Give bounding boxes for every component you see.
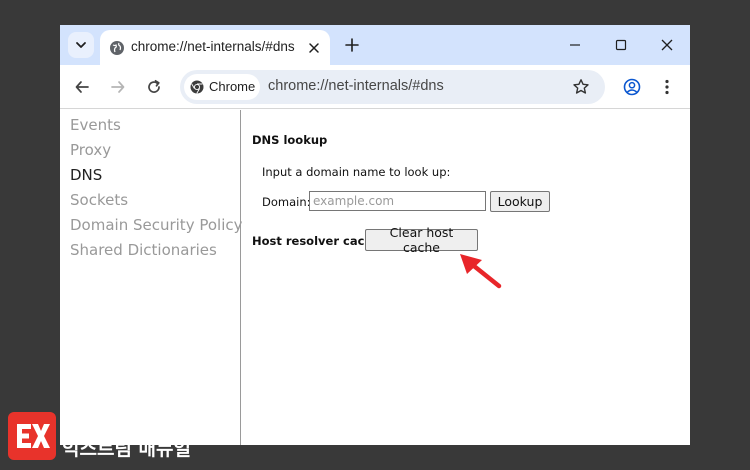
toolbar: Chrome chrome://net-internals/#dns bbox=[60, 65, 690, 109]
tab-strip: chrome://net-internals/#dns bbox=[60, 25, 690, 65]
address-text[interactable]: chrome://net-internals/#dns bbox=[268, 78, 444, 94]
chip-label: Chrome bbox=[209, 79, 256, 94]
reload-button[interactable] bbox=[144, 77, 164, 97]
watermark-tagline: More Better IT Life bbox=[62, 425, 124, 432]
lookup-prompt: Input a domain name to look up: bbox=[262, 165, 451, 179]
sidebar-item-shared-dictionaries[interactable]: Shared Dictionaries bbox=[70, 241, 217, 259]
sidebar-item-events[interactable]: Events bbox=[70, 116, 121, 134]
watermark: More Better IT Life 익스트림 매뉴얼 bbox=[8, 412, 208, 462]
minimize-button[interactable] bbox=[565, 35, 585, 55]
close-window-button[interactable] bbox=[657, 35, 677, 55]
star-icon[interactable] bbox=[572, 78, 590, 96]
tab-title: chrome://net-internals/#dns bbox=[131, 39, 295, 54]
sidebar-item-sockets[interactable]: Sockets bbox=[70, 191, 128, 209]
profile-icon bbox=[623, 78, 641, 96]
forward-button[interactable] bbox=[108, 77, 128, 97]
annotation-arrow-icon bbox=[460, 254, 502, 289]
sidebar-item-domain-security-policy[interactable]: Domain Security Policy bbox=[70, 216, 243, 234]
back-button[interactable] bbox=[72, 77, 92, 97]
chrome-logo-icon bbox=[190, 80, 204, 94]
browser-window: chrome://net-internals/#dns Chrome chrom… bbox=[60, 25, 690, 445]
tab-search-button[interactable] bbox=[68, 32, 94, 58]
forward-icon bbox=[111, 81, 125, 93]
back-icon bbox=[75, 81, 89, 93]
menu-button[interactable] bbox=[657, 77, 677, 97]
watermark-logo-icon bbox=[8, 412, 56, 460]
kebab-menu-icon bbox=[665, 79, 669, 95]
maximize-icon bbox=[615, 39, 627, 51]
sidebar-item-dns[interactable]: DNS bbox=[70, 166, 102, 184]
close-icon bbox=[661, 39, 673, 51]
host-resolver-cache-heading: Host resolver cache bbox=[252, 234, 381, 248]
profile-button[interactable] bbox=[622, 77, 642, 97]
maximize-button[interactable] bbox=[611, 35, 631, 55]
reload-icon bbox=[148, 79, 160, 93]
globe-icon bbox=[110, 41, 124, 55]
omnibox[interactable]: Chrome chrome://net-internals/#dns bbox=[180, 70, 605, 104]
site-info-chip[interactable]: Chrome bbox=[184, 74, 260, 100]
sidebar-item-proxy[interactable]: Proxy bbox=[70, 141, 111, 159]
plus-icon[interactable] bbox=[344, 37, 360, 53]
domain-input[interactable] bbox=[309, 191, 486, 211]
clear-host-cache-button[interactable]: Clear host cache bbox=[365, 225, 478, 255]
active-tab[interactable]: chrome://net-internals/#dns bbox=[100, 30, 330, 65]
sidebar: Events Proxy DNS Sockets Domain Security… bbox=[60, 110, 243, 445]
chevron-down-icon bbox=[76, 42, 86, 48]
watermark-name: 익스트림 매뉴얼 bbox=[62, 438, 191, 460]
close-icon[interactable] bbox=[307, 41, 321, 55]
dns-lookup-heading: DNS lookup bbox=[252, 133, 328, 147]
page-content: Events Proxy DNS Sockets Domain Security… bbox=[60, 110, 690, 445]
minimize-icon bbox=[570, 44, 580, 46]
dns-panel: DNS lookup Input a domain name to look u… bbox=[242, 110, 690, 445]
domain-label: Domain: bbox=[262, 195, 311, 209]
lookup-button[interactable]: Lookup bbox=[490, 191, 550, 212]
